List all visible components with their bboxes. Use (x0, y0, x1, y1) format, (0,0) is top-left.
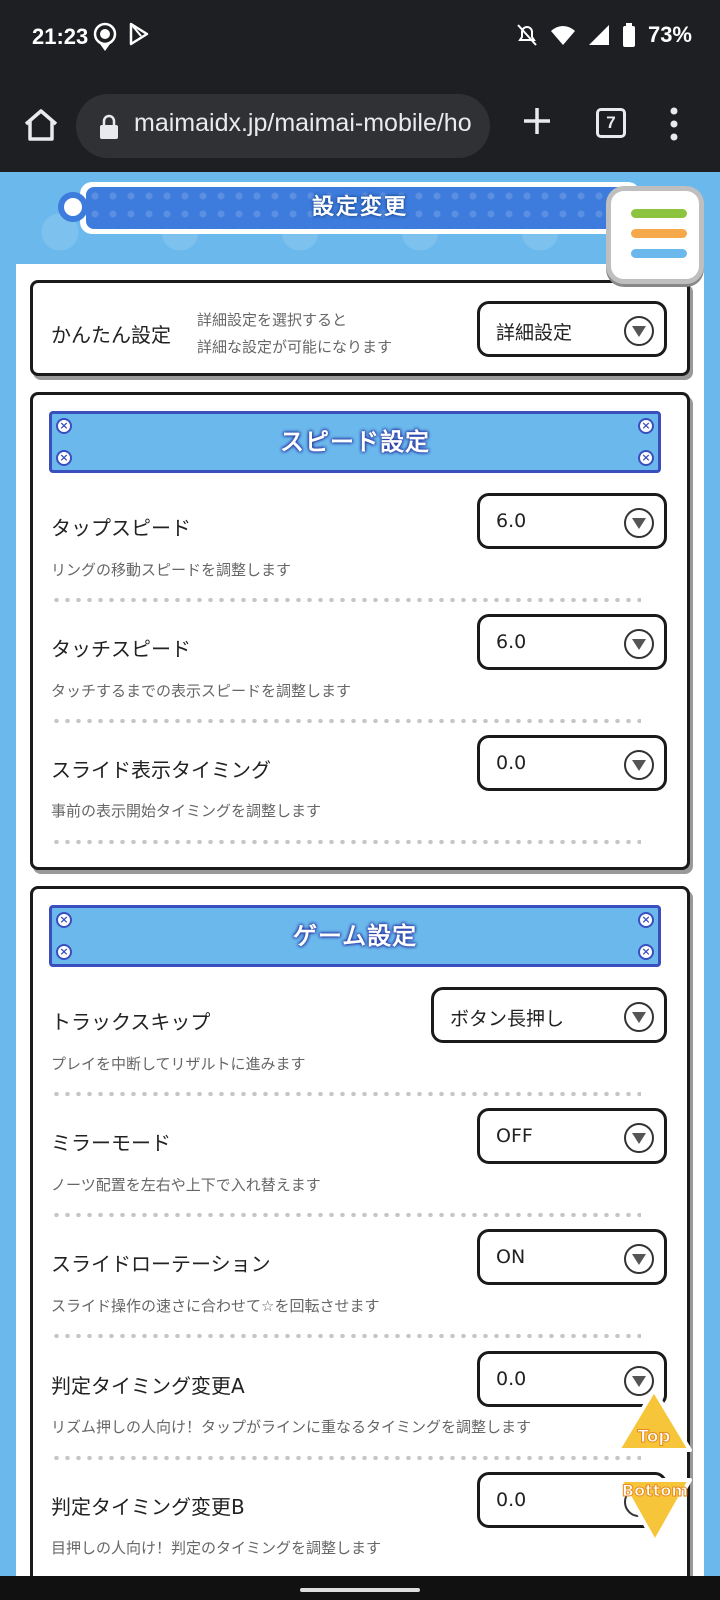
easy-setting-card: かんたん設定 詳細設定を選択すると 詳細な設定が可能になります 詳細設定 (30, 280, 690, 376)
slide-timing-select[interactable]: 0.0 (477, 735, 667, 791)
speed-settings-card: × × × × スピード設定 タップスピード 6.0 リングの移動スピードを調整… (30, 392, 690, 870)
track-skip-label: トラックスキップ (51, 1010, 211, 1034)
row-divider (51, 1456, 641, 1460)
dropdown-arrow-icon (624, 1002, 654, 1032)
row-divider (51, 719, 641, 723)
judge-timing-b-label: 判定タイミング変更B (51, 1495, 245, 1519)
touch-speed-description: タッチするまでの表示スピードを調整します (51, 682, 352, 700)
game-settings-card: × × × × ゲーム設定 トラックスキップ ボタン長押し プレイを中断してリザ… (30, 886, 690, 1576)
slide-rotation-description: スライド操作の速さに合わせて☆を回転させます (51, 1297, 380, 1315)
slide-timing-label: スライド表示タイミング (51, 758, 271, 782)
row-divider (51, 1334, 641, 1338)
row-divider (51, 840, 641, 844)
speed-section-title: スピード設定 (280, 428, 430, 456)
home-gesture-handle[interactable] (300, 1588, 420, 1592)
tap-speed-select[interactable]: 6.0 (477, 493, 667, 549)
scroll-top-button[interactable]: Top (614, 1386, 694, 1466)
url-text: maimaidx.jp/maimai-mobile/ho (134, 109, 472, 137)
easy-setting-label: かんたん設定 (51, 323, 171, 347)
scroll-bottom-button[interactable]: Bottom (612, 1466, 698, 1546)
browser-toolbar: maimaidx.jp/maimai-mobile/ho 7 (0, 80, 720, 172)
tap-speed-label: タップスピード (51, 516, 191, 540)
track-skip-select[interactable]: ボタン長押し (431, 987, 667, 1043)
title-knob-decoration (58, 192, 88, 222)
page-title-banner: 設定変更 (58, 176, 648, 238)
game-section-title: ゲーム設定 (292, 922, 418, 950)
scroll-bottom-label: Bottom (622, 1481, 688, 1500)
track-skip-description: プレイを中断してリザルトに進みます (51, 1055, 306, 1073)
speed-section-header: × × × × スピード設定 (49, 411, 661, 473)
row-divider (51, 1213, 641, 1217)
judge-timing-b-description: 目押しの人向け！判定のタイミングを調整します (51, 1539, 382, 1557)
slide-timing-description: 事前の表示開始タイミングを調整します (51, 802, 322, 820)
page-content: 設定変更 かんたん設定 詳細設定を選択すると 詳細な設定が可能になります 詳細設… (0, 172, 720, 1576)
dropdown-arrow-icon (624, 316, 654, 346)
hamburger-menu-button[interactable] (606, 186, 704, 284)
lock-icon (100, 114, 118, 139)
page-title: 設定変更 (311, 195, 408, 220)
row-divider (51, 1092, 641, 1096)
mirror-mode-label: ミラーモード (51, 1131, 171, 1155)
tab-switcher-button[interactable]: 7 (596, 108, 626, 138)
play-store-icon (129, 22, 149, 46)
status-bar: 21:23 73% (0, 0, 720, 80)
battery-percent: 73% (647, 22, 692, 47)
slide-rotation-label: スライドローテーション (51, 1252, 271, 1276)
touch-speed-label: タッチスピード (51, 637, 191, 661)
easy-setting-description: 詳細設定を選択すると 詳細な設定が可能になります (197, 311, 393, 356)
more-options-icon[interactable] (668, 106, 680, 142)
new-tab-icon[interactable] (520, 104, 554, 138)
slide-rotation-select[interactable]: ON (477, 1229, 667, 1285)
mirror-mode-select[interactable]: OFF (477, 1108, 667, 1164)
judge-timing-a-label: 判定タイミング変更A (51, 1374, 245, 1398)
game-section-header: × × × × ゲーム設定 (49, 905, 661, 967)
tap-speed-description: リングの移動スピードを調整します (51, 561, 292, 579)
silent-icon (517, 24, 537, 46)
dropdown-arrow-icon (624, 629, 654, 659)
judge-timing-a-description: リズム押しの人向け！タップがラインに重なるタイミングを調整します (51, 1418, 532, 1436)
battery-icon (622, 23, 635, 47)
dropdown-arrow-icon (624, 1244, 654, 1274)
row-divider (51, 598, 641, 602)
mirror-mode-description: ノーツ配置を左右や上下で入れ替えます (51, 1176, 321, 1194)
wifi-icon (550, 26, 575, 45)
scroll-top-label: Top (637, 1427, 670, 1447)
touch-speed-select[interactable]: 6.0 (477, 614, 667, 670)
easy-setting-select[interactable]: 詳細設定 (477, 301, 667, 357)
notification-app-icon (93, 22, 117, 51)
dropdown-arrow-icon (624, 508, 654, 538)
home-icon[interactable] (20, 104, 62, 146)
dropdown-arrow-icon (624, 1123, 654, 1153)
status-time: 21:23 (32, 24, 89, 49)
dropdown-arrow-icon (624, 750, 654, 780)
gesture-nav-bar (0, 1576, 720, 1600)
signal-icon (588, 25, 609, 45)
address-bar[interactable]: maimaidx.jp/maimai-mobile/ho (76, 94, 490, 158)
